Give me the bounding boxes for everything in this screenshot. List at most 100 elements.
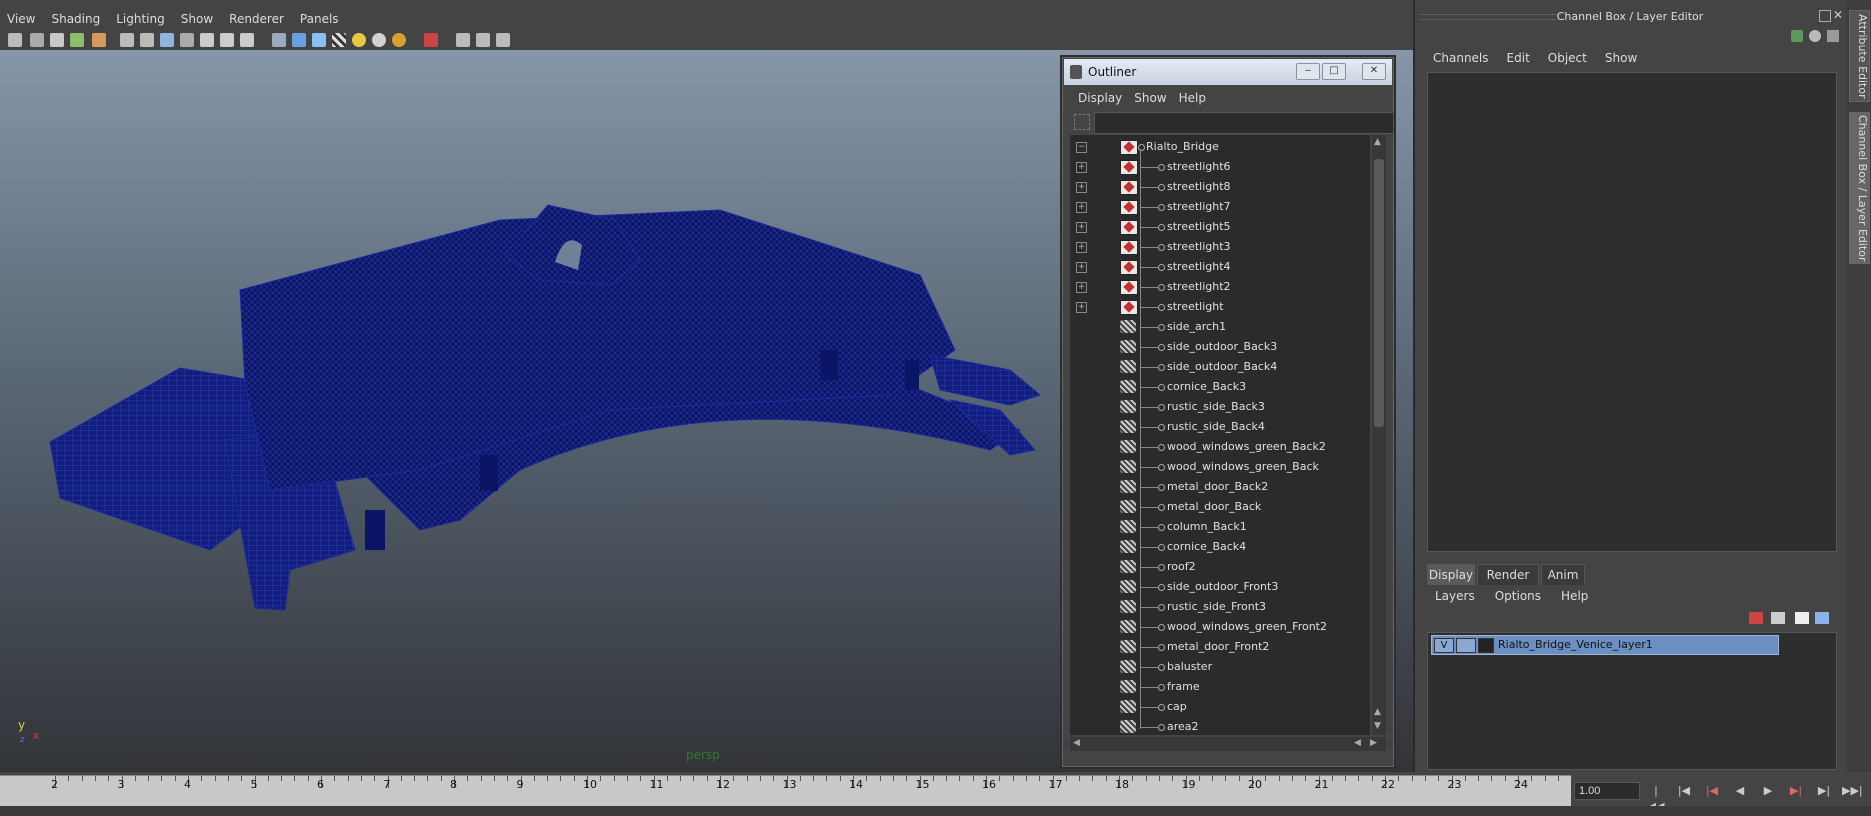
textured-icon[interactable] (332, 33, 346, 47)
outliner-filter-input[interactable] (1094, 112, 1394, 134)
outliner-item[interactable]: metal_door_Back (1070, 497, 1370, 517)
scroll-left-icon-2[interactable]: ◀ (1354, 738, 1361, 748)
collapse-icon[interactable]: − (1076, 142, 1087, 153)
safe-action-icon[interactable] (220, 33, 234, 47)
outliner-item[interactable]: + streetlight2 (1070, 277, 1370, 297)
layer-color-swatch[interactable] (1478, 638, 1494, 653)
outliner-item[interactable]: + streetlight8 (1070, 177, 1370, 197)
minimize-icon[interactable]: ‒ (1296, 63, 1320, 80)
layer-row[interactable]: V Rialto_Bridge_Venice_layer1 (1431, 635, 1779, 655)
tab-attribute-editor[interactable]: Attribute Editor (1849, 10, 1870, 102)
menu-panels[interactable]: Panels (300, 12, 339, 26)
expand-icon[interactable]: + (1076, 202, 1087, 213)
maximize-icon[interactable]: □ (1322, 63, 1346, 80)
scroll-right-icon[interactable]: ▶ (1370, 738, 1377, 748)
manipulator-icon[interactable] (1791, 30, 1803, 42)
current-frame-field[interactable] (1574, 782, 1640, 800)
close-panel-icon[interactable]: ✕ (1833, 8, 1843, 22)
outliner-item[interactable]: roof2 (1070, 557, 1370, 577)
outliner-item[interactable]: side_outdoor_Front3 (1070, 577, 1370, 597)
menu-edit[interactable]: Edit (1507, 51, 1530, 65)
step-back-frame-icon[interactable]: |◀ (1674, 783, 1694, 799)
scroll-down-icon[interactable]: ▼ (1374, 721, 1381, 731)
outliner-list[interactable]: − Rialto_Bridge + streetlight6 + streetlight8… (1070, 135, 1370, 735)
menu-help-le[interactable]: Help (1561, 589, 1588, 603)
expand-icon[interactable]: + (1076, 282, 1087, 293)
go-to-start-icon[interactable]: |◀◀ (1646, 783, 1666, 813)
time-slider[interactable]: 2 3 4 5 6 7 8 9 10 11 12 13 14 15 16 17 18 19 20 21 22 23 24 (0, 775, 1573, 806)
outliner-menu-show[interactable]: Show (1134, 91, 1166, 105)
move-layer-up-icon[interactable] (1749, 612, 1763, 624)
new-layer-selected-icon[interactable] (1815, 612, 1829, 624)
menu-show[interactable]: Show (181, 12, 213, 26)
outliner-item[interactable]: frame (1070, 677, 1370, 697)
wireframe-on-shaded-icon[interactable] (312, 33, 326, 47)
layer-playback-toggle[interactable] (1456, 638, 1476, 653)
outliner-item[interactable]: cornice_Back4 (1070, 537, 1370, 557)
safe-title-icon[interactable] (240, 33, 254, 47)
expand-icon[interactable]: + (1076, 262, 1087, 273)
expand-icon[interactable]: + (1076, 162, 1087, 173)
bookmark-icon[interactable] (50, 33, 64, 47)
lock-camera-icon[interactable] (30, 33, 44, 47)
gate-mask-icon[interactable] (180, 33, 194, 47)
smooth-shade-icon[interactable] (292, 33, 306, 47)
tab-anim[interactable]: Anim (1541, 564, 1585, 585)
grid-icon[interactable] (120, 33, 134, 47)
outliner-item[interactable]: wood_windows_green_Front2 (1070, 617, 1370, 637)
layer-name[interactable]: Rialto_Bridge_Venice_layer1 (1498, 638, 1653, 651)
outliner-window[interactable]: Outliner ‒ □ ✕ Display Show Help − Rialto… (1060, 55, 1396, 769)
image-plane-icon[interactable] (70, 33, 84, 47)
outliner-root-row[interactable]: − Rialto_Bridge (1070, 137, 1370, 157)
menu-renderer[interactable]: Renderer (229, 12, 284, 26)
outliner-item[interactable]: wood_windows_green_Back (1070, 457, 1370, 477)
speed-icon[interactable] (1809, 30, 1821, 42)
isolate-select-icon[interactable] (424, 33, 438, 47)
outliner-item[interactable]: rustic_side_Front3 (1070, 597, 1370, 617)
outliner-item[interactable]: metal_door_Back2 (1070, 477, 1370, 497)
expand-icon[interactable]: + (1076, 182, 1087, 193)
menu-options[interactable]: Options (1495, 589, 1541, 603)
new-layer-icon[interactable] (1795, 612, 1809, 624)
tab-display[interactable]: Display (1427, 564, 1475, 585)
outliner-item[interactable]: cap (1070, 697, 1370, 717)
outliner-item[interactable]: metal_door_Front2 (1070, 637, 1370, 657)
xray-joints-icon[interactable] (476, 33, 490, 47)
play-forward-icon[interactable]: ▶ (1758, 783, 1778, 799)
filter-options-icon[interactable] (1074, 114, 1090, 130)
outliner-item[interactable]: + streetlight4 (1070, 257, 1370, 277)
menu-view[interactable]: View (7, 12, 35, 26)
scroll-up-icon[interactable]: ▲ (1374, 137, 1381, 147)
expand-icon[interactable]: + (1076, 302, 1087, 313)
tab-render[interactable]: Render (1477, 564, 1539, 585)
outliner-item[interactable]: side_outdoor_Back3 (1070, 337, 1370, 357)
outliner-item[interactable]: cornice_Back3 (1070, 377, 1370, 397)
outliner-titlebar[interactable]: Outliner ‒ □ ✕ (1064, 59, 1392, 85)
menu-object[interactable]: Object (1548, 51, 1587, 65)
outliner-item[interactable]: side_arch1 (1070, 317, 1370, 337)
menu-lighting[interactable]: Lighting (116, 12, 165, 26)
outliner-scroll-thumb[interactable] (1374, 159, 1384, 427)
step-forward-key-icon[interactable]: ▶| (1786, 783, 1806, 799)
menu-shading[interactable]: Shading (51, 12, 100, 26)
scroll-up-icon-2[interactable]: ▲ (1374, 707, 1381, 717)
outliner-item[interactable]: baluster (1070, 657, 1370, 677)
field-chart-icon[interactable] (200, 33, 214, 47)
select-camera-icon[interactable] (8, 33, 22, 47)
outliner-horizontal-scrollbar[interactable]: ◀ ◀ ▶ (1070, 737, 1386, 751)
outliner-item[interactable]: + streetlight5 (1070, 217, 1370, 237)
use-default-lighting-icon[interactable] (352, 33, 366, 47)
menu-layers[interactable]: Layers (1435, 589, 1475, 603)
tab-channel-box-layer-editor[interactable]: Channel Box / Layer Editor (1849, 112, 1870, 264)
play-backward-icon[interactable]: ◀ (1730, 783, 1750, 799)
outliner-item[interactable]: column_Back1 (1070, 517, 1370, 537)
resolution-gate-icon[interactable] (160, 33, 174, 47)
backface-icon[interactable] (496, 33, 510, 47)
outliner-item[interactable]: + streetlight3 (1070, 237, 1370, 257)
float-panel-icon[interactable] (1819, 10, 1831, 22)
go-to-end-icon[interactable]: ▶▶| (1842, 783, 1863, 799)
wireframe-icon[interactable] (272, 33, 286, 47)
xray-icon[interactable] (456, 33, 470, 47)
expand-icon[interactable]: + (1076, 222, 1087, 233)
step-back-key-icon[interactable]: |◀ (1702, 783, 1722, 799)
